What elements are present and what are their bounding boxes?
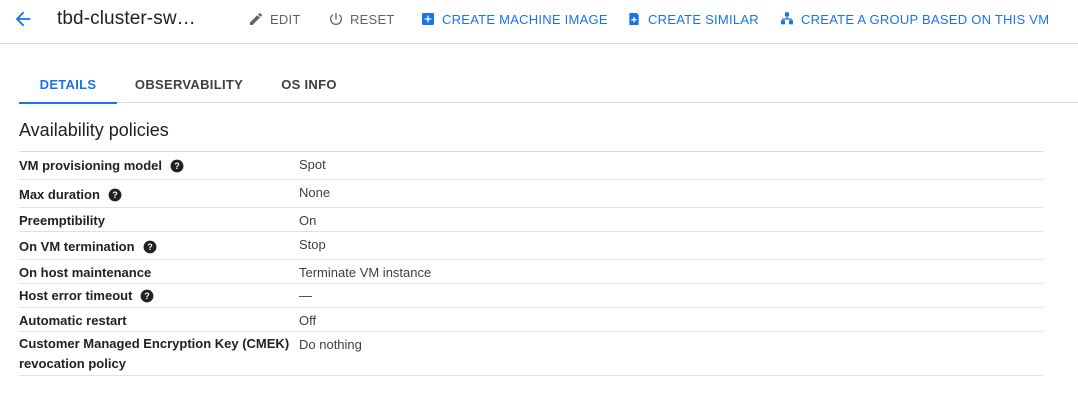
create-group-label: CREATE A GROUP BASED ON THIS VM [801, 11, 1050, 27]
svg-text:?: ? [112, 189, 117, 199]
property-value: — [299, 288, 312, 303]
property-value: None [299, 185, 331, 200]
property-value: Spot [299, 157, 326, 172]
property-label: On host maintenance [19, 265, 152, 280]
properties-table: VM provisioning model ? Spot Max duratio… [19, 151, 1043, 376]
add-copy-icon [629, 13, 639, 25]
section-title: Availability policies [19, 120, 169, 140]
property-label: Customer Managed Encryption Key (CMEK) [19, 336, 290, 351]
property-label: Preemptibility [19, 213, 105, 228]
tab-os-info[interactable]: OS INFO [271, 68, 347, 103]
tab-details[interactable]: DETAILS [19, 68, 117, 104]
svg-text:?: ? [145, 290, 150, 300]
svg-text:?: ? [174, 160, 179, 170]
add-box-icon [422, 13, 434, 25]
tab-observability[interactable]: OBSERVABILITY [129, 68, 249, 103]
table-row: Preemptibility On [19, 208, 1043, 232]
help-icon[interactable]: ? [170, 159, 184, 173]
group-icon [781, 12, 793, 25]
create-group-button[interactable]: CREATE A GROUP BASED ON THIS VM [779, 10, 1049, 28]
property-key: VM provisioning model ? [19, 158, 184, 173]
property-label: revocation policy [19, 356, 126, 371]
help-icon[interactable]: ? [143, 240, 157, 254]
top-bar: tbd-cluster-sw… EDIT RESET CREATE MACHIN… [0, 0, 1078, 44]
tab-bar: DETAILS OBSERVABILITY OS INFO [19, 68, 1078, 104]
pencil-icon [250, 12, 263, 25]
property-value: Do nothing [299, 337, 362, 352]
edit-button[interactable]: EDIT [248, 10, 301, 28]
create-machine-image-label: CREATE MACHINE IMAGE [442, 11, 608, 27]
property-value: On [299, 213, 317, 228]
reset-button[interactable]: RESET [328, 10, 395, 28]
property-label: Host error timeout [19, 288, 133, 303]
table-row: On host maintenance Terminate VM instanc… [19, 260, 1043, 284]
page-title: tbd-cluster-sw… [57, 8, 196, 29]
table-row: Automatic restart Off [19, 308, 1043, 332]
property-key: Preemptibility [19, 213, 105, 228]
create-similar-label: CREATE SIMILAR [648, 11, 759, 27]
svg-text:?: ? [147, 241, 152, 251]
back-arrow-icon[interactable] [12, 8, 34, 30]
property-key: Customer Managed Encryption Key (CMEK) r… [19, 334, 289, 374]
table-row: VM provisioning model ? Spot [19, 152, 1043, 180]
property-label: VM provisioning model [19, 158, 163, 173]
property-label: Automatic restart [19, 313, 127, 328]
property-key: Max duration ? [19, 187, 122, 202]
table-row: Host error timeout ? — [19, 284, 1043, 308]
help-icon[interactable]: ? [108, 188, 122, 202]
property-label: On VM termination [19, 239, 135, 254]
property-key: On host maintenance [19, 265, 151, 280]
table-row: On VM termination ? Stop [19, 232, 1043, 260]
property-value: Off [299, 313, 317, 328]
property-key: On VM termination ? [19, 239, 157, 254]
reset-label: RESET [350, 11, 395, 27]
property-label: Max duration [19, 187, 100, 202]
edit-label: EDIT [270, 11, 301, 27]
help-icon[interactable]: ? [140, 289, 154, 303]
table-row: Max duration ? None [19, 180, 1043, 208]
create-machine-image-button[interactable]: CREATE MACHINE IMAGE [420, 10, 608, 28]
table-row: Customer Managed Encryption Key (CMEK) r… [19, 332, 1043, 376]
property-value: Terminate VM instance [299, 265, 432, 280]
property-value: Stop [299, 237, 326, 252]
power-icon [330, 13, 342, 25]
create-similar-button[interactable]: CREATE SIMILAR [626, 10, 759, 28]
property-key: Host error timeout ? [19, 288, 154, 303]
property-key: Automatic restart [19, 313, 127, 328]
